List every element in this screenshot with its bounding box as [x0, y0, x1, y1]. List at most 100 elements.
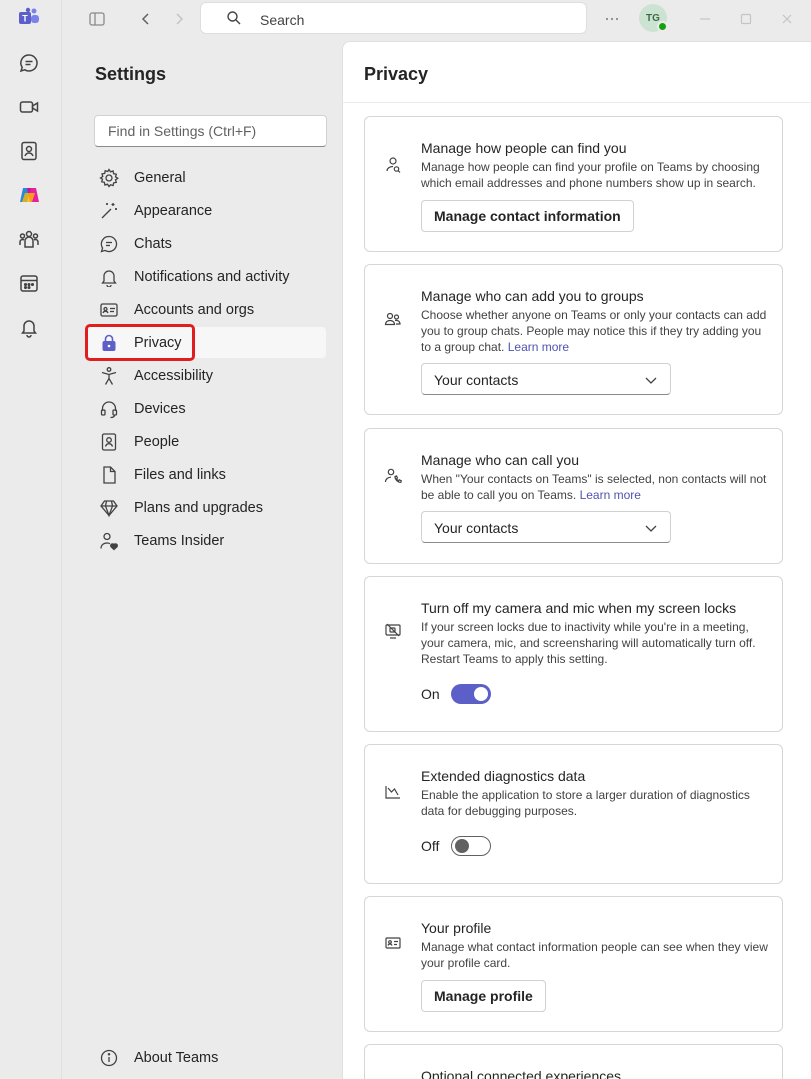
- app-rail: T: [0, 0, 62, 1079]
- card-description: Enable the application to store a larger…: [421, 788, 750, 818]
- headset-icon: [98, 398, 120, 420]
- settings-nav-chats[interactable]: Chats: [86, 228, 326, 259]
- card-title: Optional connected experiences: [421, 1068, 622, 1079]
- bell-icon[interactable]: [17, 315, 41, 339]
- card-title: Your profile: [421, 920, 492, 936]
- calendar-icon[interactable]: [17, 271, 41, 295]
- contact-book-icon[interactable]: [17, 139, 41, 163]
- bell-icon: [98, 266, 120, 288]
- settings-nav-people[interactable]: People: [86, 426, 326, 457]
- chart-line-icon: [383, 782, 403, 802]
- dropdown-value: Your contacts: [434, 520, 519, 536]
- minimize-icon[interactable]: [694, 8, 716, 30]
- accessibility-icon: [98, 365, 120, 387]
- chevron-down-icon: [644, 521, 658, 535]
- teams-icon[interactable]: [17, 227, 41, 251]
- person-search-icon: [383, 155, 403, 175]
- search-box[interactable]: Search: [200, 2, 587, 34]
- chat-icon: [98, 233, 120, 255]
- settings-nav-accessibility[interactable]: Accessibility: [86, 360, 326, 391]
- sidebar-toggle-icon[interactable]: [86, 8, 108, 30]
- teams-logo-icon[interactable]: T: [17, 6, 41, 30]
- close-window-icon[interactable]: [776, 8, 798, 30]
- nav-label: Files and links: [134, 466, 226, 483]
- card-description: Manage how people can find your profile …: [421, 160, 760, 190]
- groups-card: Manage who can add you to groups Choose …: [364, 264, 783, 415]
- settings-nav-general[interactable]: General: [86, 162, 326, 193]
- back-icon[interactable]: [135, 8, 157, 30]
- person-heart-icon: [98, 530, 120, 552]
- learn-more-link[interactable]: Learn more: [508, 340, 569, 354]
- card-title: Extended diagnostics data: [421, 768, 586, 784]
- contact-card-icon: [383, 933, 403, 953]
- contact-book-icon: [98, 431, 120, 453]
- info-icon: [98, 1047, 120, 1069]
- nav-label: Accessibility: [134, 367, 213, 384]
- toggle-label: On: [421, 686, 440, 702]
- video-icon[interactable]: [17, 95, 41, 119]
- profile-card: Your profile Manage what contact informa…: [364, 896, 783, 1032]
- camera-off-icon: [383, 621, 403, 641]
- card-title: Manage how people can find you: [421, 140, 627, 156]
- diagnostics-card: Extended diagnostics data Enable the app…: [364, 744, 783, 884]
- learn-more-link[interactable]: Learn more: [580, 488, 641, 502]
- nav-label: General: [134, 169, 186, 186]
- card-description: Manage what contact information people c…: [421, 940, 768, 970]
- card-title: Manage who can call you: [421, 452, 579, 468]
- privacy-panel: Privacy Manage how people can find you M…: [342, 41, 811, 1079]
- settings-nav-accounts[interactable]: Accounts and orgs: [86, 294, 326, 325]
- people-icon: [383, 309, 403, 329]
- search-icon: [226, 10, 242, 29]
- gear-icon: [98, 167, 120, 189]
- chat-icon[interactable]: [17, 51, 41, 75]
- magic-wand-icon: [98, 200, 120, 222]
- call-card: Manage who can call you When "Your conta…: [364, 428, 783, 564]
- nav-label: Plans and upgrades: [134, 499, 263, 516]
- more-options-icon[interactable]: [601, 8, 623, 30]
- dropdown-value: Your contacts: [434, 372, 519, 388]
- settings-nav-devices[interactable]: Devices: [86, 393, 326, 424]
- panel-header: Privacy: [343, 42, 811, 103]
- card-description: Choose whether anyone on Teams or only y…: [421, 308, 767, 354]
- svg-text:T: T: [22, 14, 28, 24]
- settings-nav-notifications[interactable]: Notifications and activity: [86, 261, 326, 292]
- card-title: Turn off my camera and mic when my scree…: [421, 600, 737, 616]
- search-label: Search: [260, 12, 305, 28]
- chevron-down-icon: [644, 373, 658, 387]
- call-dropdown[interactable]: Your contacts: [421, 511, 671, 543]
- about-teams-link[interactable]: About Teams: [86, 1043, 326, 1073]
- card-description: If your screen locks due to inactivity w…: [421, 620, 756, 666]
- nav-label: People: [134, 433, 180, 450]
- forward-icon[interactable]: [168, 8, 190, 30]
- camera-lock-card: Turn off my camera and mic when my scree…: [364, 576, 783, 732]
- title-bar: Search TG: [62, 0, 811, 40]
- maximize-icon[interactable]: [735, 8, 757, 30]
- manage-profile-button[interactable]: Manage profile: [421, 980, 546, 1012]
- settings-nav-insider[interactable]: Teams Insider: [86, 525, 326, 556]
- nav-label: About Teams: [134, 1050, 219, 1066]
- document-icon: [98, 464, 120, 486]
- toggle-label: Off: [421, 838, 440, 854]
- nav-label: Accounts and orgs: [134, 301, 255, 318]
- settings-title: Settings: [95, 64, 167, 84]
- id-card-icon: [98, 299, 120, 321]
- privacy-highlight-box: [85, 324, 195, 361]
- find-in-settings-input[interactable]: [94, 115, 327, 147]
- diamond-icon: [98, 497, 120, 519]
- presence-available-icon: [657, 21, 668, 32]
- groups-dropdown[interactable]: Your contacts: [421, 363, 671, 395]
- card-title: Manage who can add you to groups: [421, 288, 644, 304]
- nav-label: Teams Insider: [134, 532, 225, 549]
- camera-lock-toggle[interactable]: [451, 684, 491, 704]
- page-title: Privacy: [364, 64, 429, 84]
- nav-label: Chats: [134, 235, 172, 252]
- card-description: When "Your contacts on Teams" is selecte…: [421, 472, 767, 502]
- copilot-icon[interactable]: [17, 183, 41, 207]
- person-call-icon: [383, 466, 403, 486]
- nav-label: Devices: [134, 400, 186, 417]
- settings-nav-plans[interactable]: Plans and upgrades: [86, 492, 326, 523]
- settings-nav-appearance[interactable]: Appearance: [86, 195, 326, 226]
- settings-nav-files[interactable]: Files and links: [86, 459, 326, 490]
- diagnostics-toggle[interactable]: [451, 836, 491, 856]
- manage-contact-information-button[interactable]: Manage contact information: [421, 200, 634, 232]
